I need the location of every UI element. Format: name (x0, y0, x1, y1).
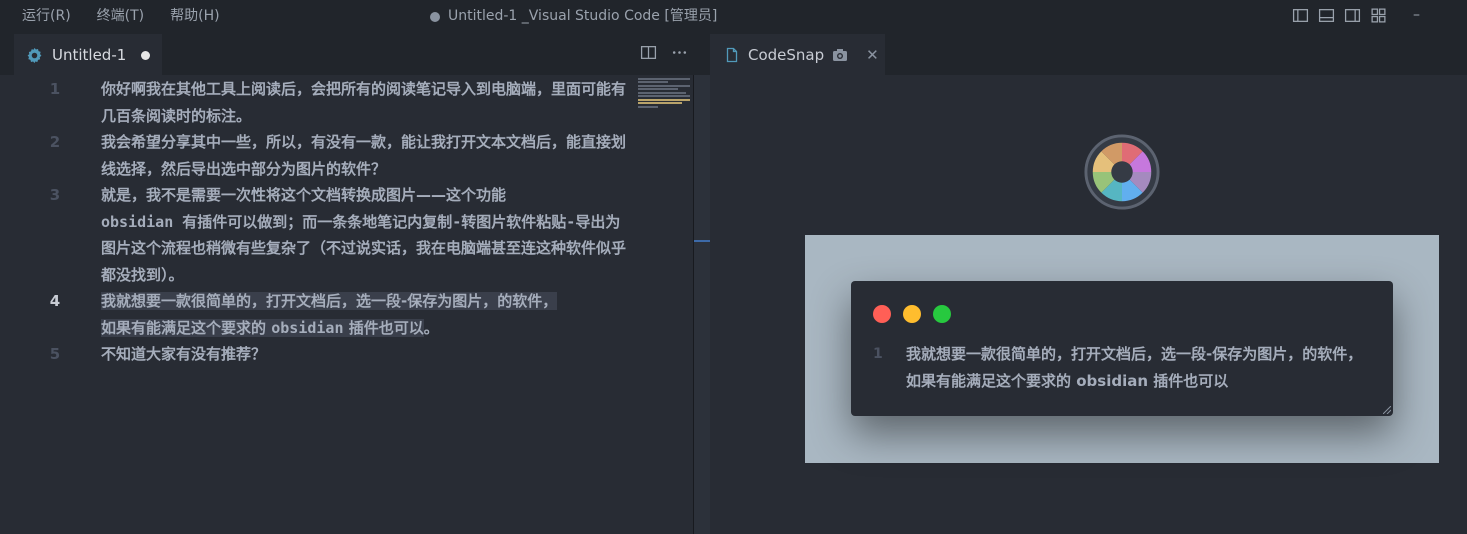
line-text: 就是，我不是需要一次性将这个文档转换成图片——这个功能 obsidian 有插件可… (101, 182, 626, 288)
snapshot-background: 1 我就想要一款很简单的，打开文档后，选一段-保存为图片，的软件，如果有能满足这… (805, 235, 1439, 463)
window-title-text: Untitled-1 _Visual Studio Code [管理员] (448, 8, 718, 24)
code-line-1[interactable]: 1 你好啊我在其他工具上阅读后，会把所有的阅读笔记导入到电脑端，里面可能有几百条… (0, 76, 640, 129)
modified-dot-icon[interactable] (141, 50, 151, 60)
toggle-primary-sidebar-icon[interactable] (1292, 7, 1309, 24)
line-number: 5 (49, 345, 61, 363)
tab-codesnap[interactable]: CodeSnap ✕ (710, 34, 885, 75)
minimize-button[interactable]: – (1413, 0, 1420, 30)
menu-bar: 运行(R) 终端(T) 帮助(H) (6, 0, 230, 34)
tab-untitled-1[interactable]: Untitled-1 (14, 34, 162, 75)
codesnap-panel: 1 我就想要一款很简单的，打开文档后，选一段-保存为图片，的软件，如果有能满足这… (710, 75, 1467, 534)
line-number: 2 (49, 133, 61, 151)
file-icon (726, 47, 738, 62)
window-controls (873, 305, 951, 323)
layout-controls (1292, 7, 1387, 24)
menu-terminal[interactable]: 终端(T) (81, 0, 154, 34)
maximize-dot-icon (933, 305, 951, 323)
line-number: 4 (49, 292, 61, 310)
snapshot-window: 1 我就想要一款很简单的，打开文档后，选一段-保存为图片，的软件，如果有能满足这… (851, 281, 1393, 416)
customize-layout-icon[interactable] (1370, 7, 1387, 24)
editor-text-area[interactable]: 1 你好啊我在其他工具上阅读后，会把所有的阅读笔记导入到电脑端，里面可能有几百条… (0, 75, 693, 534)
menu-run[interactable]: 运行(R) (6, 0, 81, 34)
title-bar: 运行(R) 终端(T) 帮助(H) Untitled-1 _Visual Stu… (0, 0, 1467, 34)
line-text: 我会希望分享其中一些，所以，有没有一款，能让我打开文本文档后，能直接划线选择，然… (101, 133, 627, 178)
selected-text: 我就想要一款很简单的，打开文档后，选一段-保存为图片，的软件， (101, 292, 558, 310)
editor-scrollbar[interactable] (693, 75, 711, 534)
code-line-2[interactable]: 2 我会希望分享其中一些，所以，有没有一款，能让我打开文本文档后，能直接划线选择… (0, 129, 640, 182)
cursor-position-marker (694, 240, 711, 242)
line-text-part: 就是，我不是需要一次性将这个文档转换成图片——这个功能 (101, 186, 507, 204)
selected-text: obsidian (271, 318, 344, 337)
line-text: 不知道大家有没有推荐？ (101, 345, 267, 363)
window-title: Untitled-1 _Visual Studio Code [管理员] (430, 0, 717, 33)
editor-tab-bar: Untitled-1 (0, 34, 693, 75)
selected-text: 如果有能满足这个要求的 (101, 318, 272, 337)
line-text: 你好啊我在其他工具上阅读后，会把所有的阅读笔记导入到电脑端，里面可能有几百条阅读… (101, 80, 627, 125)
code-line-3[interactable]: 3 就是，我不是需要一次性将这个文档转换成图片——这个功能 obsidian 有插… (0, 182, 640, 288)
unsaved-dot-icon (430, 11, 440, 22)
line-text-part: obsidian 有插件可以做到；而一条条地笔记内复制-转图片软件粘贴-导出为图… (101, 212, 627, 284)
snapshot-line-text: 我就想要一款很简单的，打开文档后，选一段-保存为图片，的软件，如果有能满足这个要… (906, 345, 1363, 390)
more-actions-icon[interactable] (671, 44, 688, 65)
code-line-5[interactable]: 5 不知道大家有没有推荐？ (0, 341, 640, 368)
minimize-dot-icon (903, 305, 921, 323)
line-number: 3 (49, 186, 61, 204)
selected-text: 插件也可以 (343, 318, 424, 337)
settings-gear-icon (27, 47, 42, 63)
close-tab-icon[interactable]: ✕ (866, 46, 879, 64)
line-text: 我就想要一款很简单的，打开文档后，选一段-保存为图片，的软件， 如果有能满足这个要… (101, 288, 626, 341)
tab-label: CodeSnap (748, 45, 825, 64)
split-editor-icon[interactable] (640, 44, 657, 65)
editor-actions (640, 44, 688, 65)
toggle-panel-icon[interactable] (1318, 7, 1335, 24)
tab-label: Untitled-1 (52, 46, 127, 64)
line-text-part: 。 (423, 318, 439, 337)
resize-handle-icon[interactable] (1383, 406, 1391, 414)
menu-help[interactable]: 帮助(H) (154, 0, 229, 34)
code-line-4[interactable]: 4 我就想要一款很简单的，打开文档后，选一段-保存为图片，的软件， 如果有能满足这… (0, 288, 640, 341)
codesnap-tab-bar: CodeSnap ✕ (710, 34, 1467, 75)
snapshot-line-number: 1 (873, 346, 883, 362)
toggle-secondary-sidebar-icon[interactable] (1344, 7, 1361, 24)
shutter-button-icon[interactable] (1083, 133, 1161, 211)
close-dot-icon (873, 305, 891, 323)
camera-icon (833, 48, 848, 61)
line-number: 1 (49, 80, 61, 98)
minimap[interactable] (638, 78, 693, 108)
